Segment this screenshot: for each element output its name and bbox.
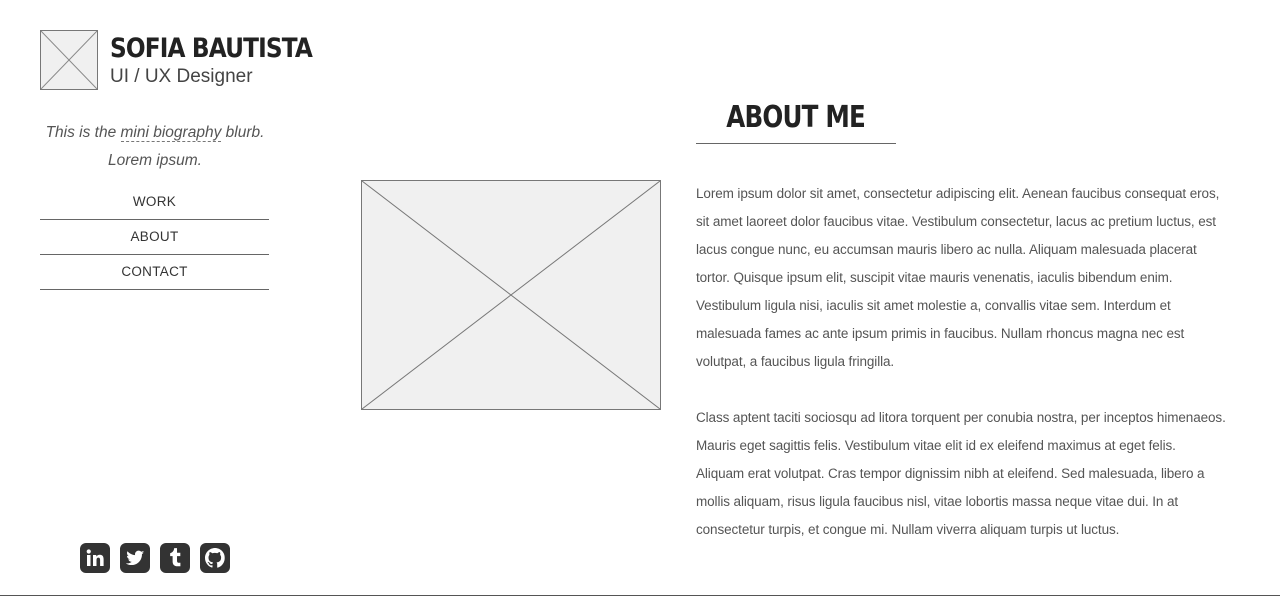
about-content: Lorem ipsum dolor sit amet, consectetur … <box>696 180 1226 572</box>
tumblr-icon[interactable] <box>160 543 190 573</box>
linkedin-icon[interactable] <box>80 543 110 573</box>
logo-placeholder-image <box>40 30 98 90</box>
about-paragraph-2: Class aptent taciti sociosqu ad litora t… <box>696 410 1226 537</box>
profile-name: SOFIA BAUTISTA <box>110 33 313 64</box>
mini-biography: This is the mini biography blurb. Lorem … <box>40 119 270 175</box>
nav-item-contact[interactable]: CONTACT <box>40 255 269 290</box>
nav-item-about[interactable]: ABOUT <box>40 220 269 255</box>
twitter-icon[interactable] <box>120 543 150 573</box>
social-links <box>80 543 230 573</box>
nav-item-work[interactable]: WORK <box>40 185 269 220</box>
about-paragraph-1: Lorem ipsum dolor sit amet, consectetur … <box>696 186 1220 369</box>
title-underline <box>696 143 896 144</box>
github-icon[interactable] <box>200 543 230 573</box>
bio-prefix: This is the <box>45 124 121 141</box>
about-title-text: ABOUT ME <box>726 100 867 135</box>
bio-link[interactable]: mini biography <box>120 124 222 142</box>
profile-role: UI / UX Designer <box>110 66 253 87</box>
main-nav: WORK ABOUT CONTACT <box>40 185 269 290</box>
about-title: ABOUT ME <box>696 100 896 135</box>
about-placeholder-image <box>361 180 661 410</box>
